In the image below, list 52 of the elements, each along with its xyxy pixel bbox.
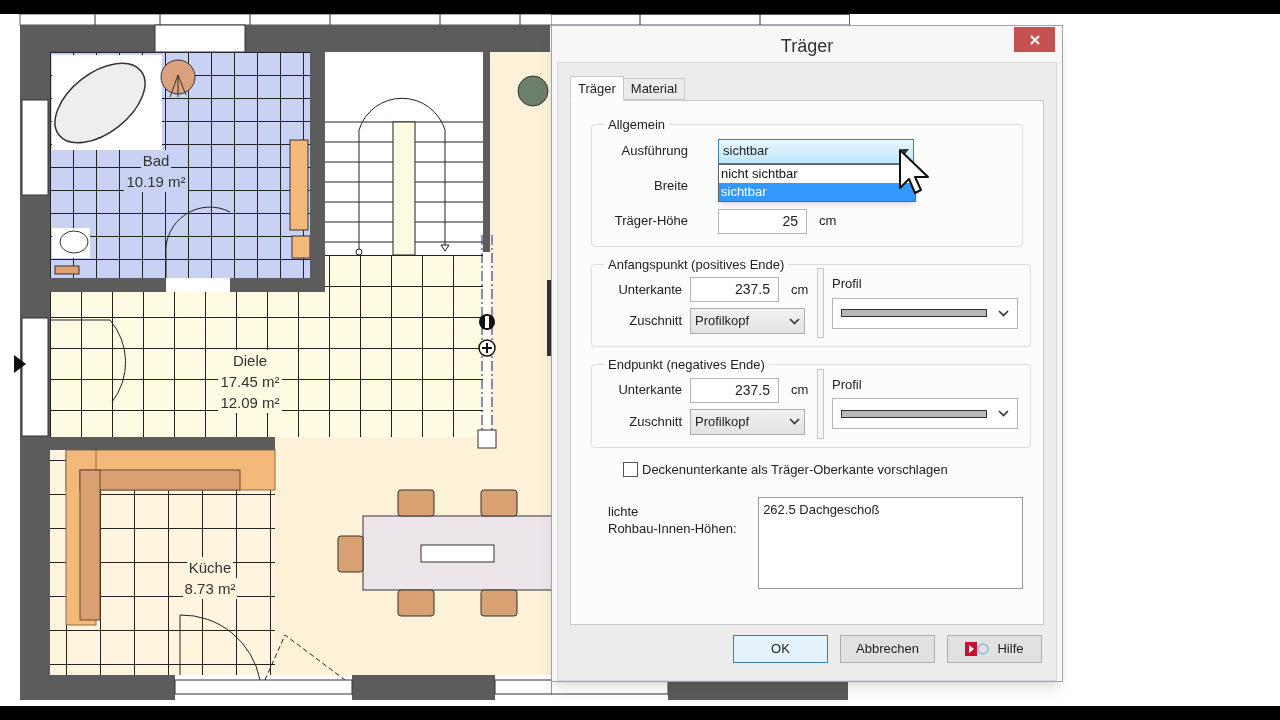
number-field[interactable]: 237.5	[690, 377, 779, 403]
room-area: 10.19 m²	[124, 171, 188, 192]
chevron-down-icon	[998, 309, 1009, 317]
tab[interactable]: Material	[623, 78, 686, 100]
checkbox[interactable]	[623, 461, 638, 477]
unit-label: cm	[819, 212, 837, 231]
unit-label: cm	[791, 381, 809, 400]
room-area: 12.09 m²	[218, 392, 282, 413]
help-icon	[965, 641, 990, 657]
unit-label: cm	[791, 280, 809, 299]
room-name: Küche	[186, 557, 234, 578]
room-name: Bad	[140, 150, 172, 171]
field-label: lichte Rohbau-Innen-Höhen:	[608, 503, 738, 538]
field-label: Zuschnitt	[628, 312, 682, 331]
height-entry: 262.5 Dachgeschoß	[763, 501, 881, 519]
group-title: Endpunkt (negatives Ende)	[607, 356, 766, 374]
chevron-down-icon	[789, 418, 800, 425]
help-button[interactable]: Hilfe	[947, 635, 1042, 663]
profile-bar-icon	[841, 309, 987, 317]
number-field[interactable]: 237.5	[690, 277, 779, 302]
window-title: Träger	[780, 34, 834, 58]
caret-icon	[901, 148, 909, 154]
splitter-handle[interactable]	[817, 368, 824, 439]
close-icon	[1029, 34, 1040, 45]
splitter-handle[interactable]	[817, 268, 824, 338]
group-title: Anfangspunkt (positives Ende)	[607, 255, 786, 274]
group-title: Allgemein	[607, 116, 667, 134]
cut-dropdown[interactable]: Profilkopf	[690, 308, 805, 334]
field-label: Profil	[832, 375, 863, 394]
field-label: Träger-Höhe	[613, 212, 688, 231]
field-label: Breite	[653, 177, 688, 196]
field-label: Unterkante	[617, 280, 682, 299]
chevron-down-icon	[789, 317, 800, 325]
number-field[interactable]: 25	[718, 208, 807, 234]
dialog-button[interactable]: OK	[733, 635, 828, 663]
close-button[interactable]	[1014, 27, 1055, 52]
profile-dropdown[interactable]	[832, 398, 1018, 429]
chevron-down-icon	[998, 410, 1009, 417]
heights-list[interactable]: 262.5 Dachgeschoß	[758, 497, 1023, 589]
profile-dropdown[interactable]	[832, 297, 1018, 329]
dialog-button[interactable]: Abbrechen	[840, 635, 935, 663]
tab[interactable]: Träger	[570, 76, 624, 101]
field-label: Ausführung	[620, 142, 688, 161]
field-label: Zuschnitt	[628, 412, 682, 431]
profile-bar-icon	[841, 409, 987, 418]
room-area: 17.45 m²	[218, 371, 282, 392]
cut-dropdown[interactable]: Profilkopf	[690, 408, 805, 435]
checkbox-label: Deckenunterkante als Träger-Oberkante vorschlagen	[642, 460, 948, 479]
execution-dropdown[interactable]: sichtbar	[718, 138, 914, 164]
room-area: 8.73 m²	[182, 578, 238, 599]
field-label: Unterkante	[617, 381, 682, 400]
field-label: Profil	[832, 275, 863, 293]
